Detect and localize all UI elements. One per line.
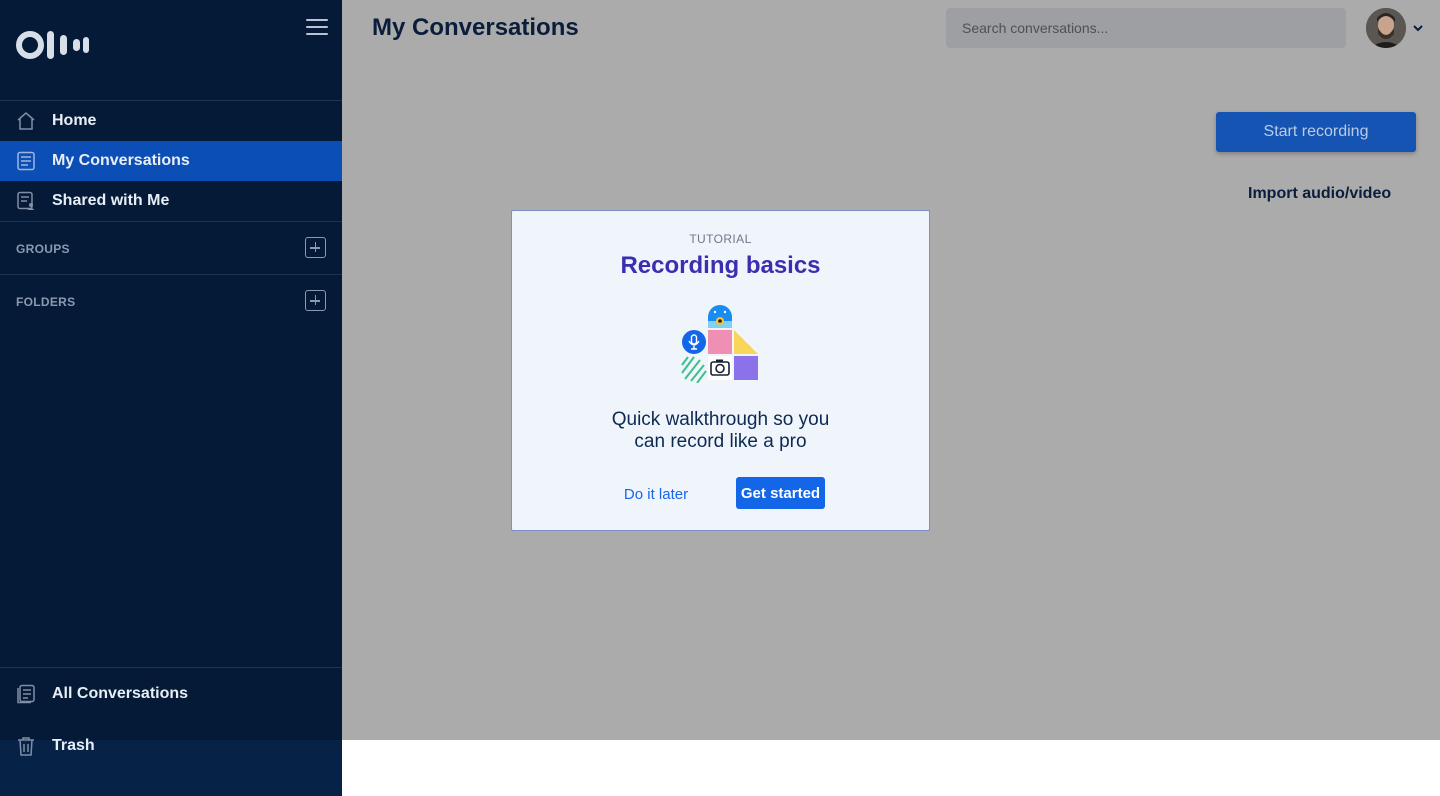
start-recording-button[interactable]: Start recording xyxy=(1216,112,1416,152)
sidebar-divider xyxy=(0,667,342,668)
sidebar-item-home[interactable]: Home xyxy=(0,101,342,141)
sidebar-item-label: Home xyxy=(52,112,97,129)
add-folder-button[interactable] xyxy=(305,290,326,311)
hamburger-icon[interactable] xyxy=(306,19,328,37)
folders-heading: FOLDERS xyxy=(16,295,76,309)
stacked-documents-icon xyxy=(16,684,36,704)
search-input[interactable] xyxy=(946,8,1346,48)
modal-title: Recording basics xyxy=(620,252,821,279)
modal-description-line: Quick walkthrough so you xyxy=(611,409,830,430)
trash-icon xyxy=(16,736,36,756)
groups-heading: GROUPS xyxy=(16,242,70,256)
sidebar-item-label: All Conversations xyxy=(52,685,189,702)
page-title: My Conversations xyxy=(372,14,579,41)
sidebar-item-my-conversations[interactable]: My Conversations xyxy=(0,141,342,181)
modal-description-line: can record like a pro xyxy=(634,431,807,452)
document-icon xyxy=(16,151,36,171)
chevron-down-icon[interactable] xyxy=(1412,22,1424,34)
modal-description: Quick walkthrough so you can record like… xyxy=(512,409,929,453)
tutorial-modal: TUTORIAL Recording basics Quick walkthro… xyxy=(511,210,930,531)
sidebar-item-label: My Conversations xyxy=(52,152,190,169)
do-it-later-button[interactable]: Do it later xyxy=(612,478,700,510)
otter-logo-icon[interactable] xyxy=(16,29,90,61)
sidebar-item-shared-with-me[interactable]: Shared with Me xyxy=(0,181,342,221)
add-group-button[interactable] xyxy=(305,237,326,258)
sidebar-item-all-conversations[interactable]: All Conversations xyxy=(0,674,342,714)
avatar[interactable] xyxy=(1366,8,1406,48)
sidebar: Home My Conversations Shared with Me GRO… xyxy=(0,0,342,796)
sidebar-item-label: Trash xyxy=(52,737,95,754)
sidebar-item-label: Shared with Me xyxy=(52,192,170,209)
shared-document-icon xyxy=(16,191,36,211)
get-started-button[interactable]: Get started xyxy=(736,477,825,509)
sidebar-divider xyxy=(0,274,342,275)
sidebar-divider xyxy=(0,221,342,222)
recording-illustration-icon xyxy=(681,305,758,383)
modal-eyebrow: TUTORIAL xyxy=(689,232,752,246)
home-icon xyxy=(16,111,36,131)
sidebar-item-trash[interactable]: Trash xyxy=(0,726,342,766)
import-audio-video-link[interactable]: Import audio/video xyxy=(1248,185,1391,203)
